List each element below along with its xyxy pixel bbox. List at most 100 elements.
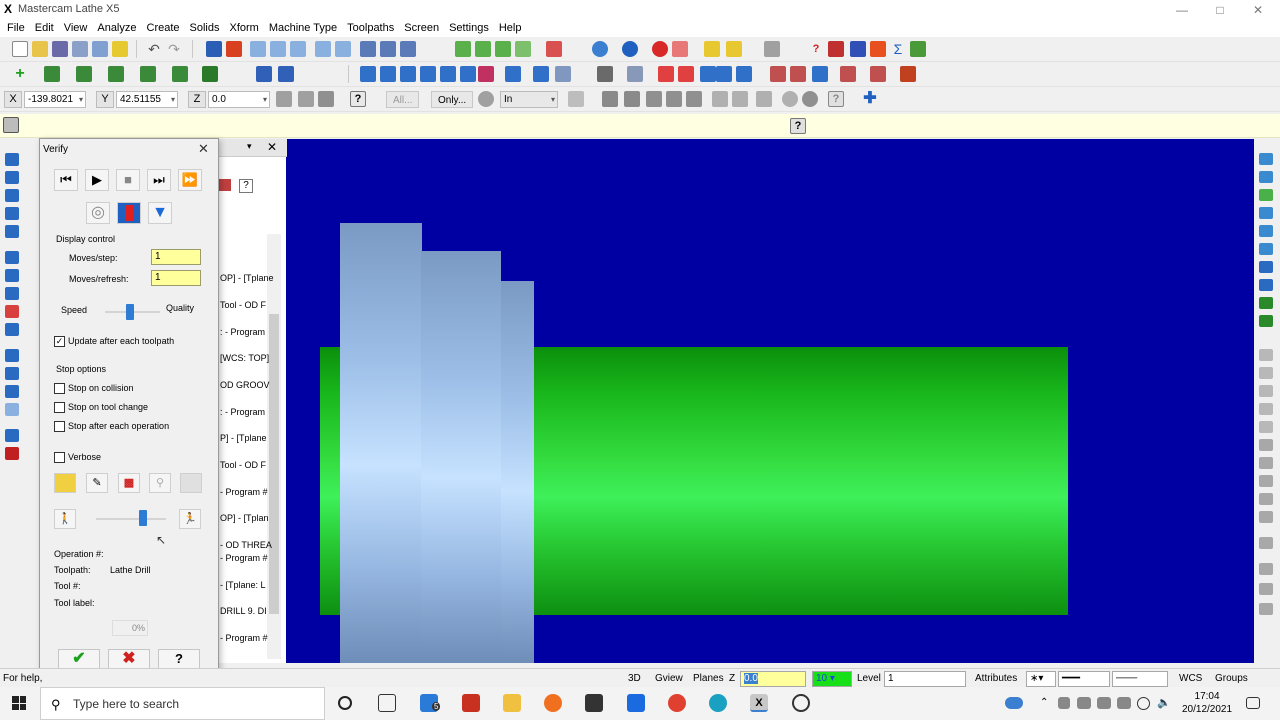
sigma-icon[interactable]: Σ: [890, 41, 906, 57]
left-tool-4-icon[interactable]: [5, 207, 19, 220]
menu-xform[interactable]: Xform: [225, 22, 264, 34]
menu-file[interactable]: File: [2, 22, 30, 34]
line-width-select[interactable]: ───: [1112, 671, 1168, 687]
right-tool-17-icon[interactable]: [1259, 457, 1273, 469]
menu-toolpaths[interactable]: Toolpaths: [342, 22, 399, 34]
view-3d-button[interactable]: 3D: [625, 671, 644, 687]
dialog-help-button[interactable]: ?: [158, 649, 200, 669]
snap-icon[interactable]: [318, 91, 334, 107]
fast-point-icon[interactable]: [276, 91, 292, 107]
vector-select-icon[interactable]: [646, 91, 662, 107]
right-tool-20-icon[interactable]: [1259, 511, 1273, 523]
level-select[interactable]: 1: [884, 671, 966, 687]
ops-line[interactable]: P] - [Tplane: [220, 433, 267, 443]
right-tool-1-icon[interactable]: [1259, 153, 1273, 165]
backplot-icon[interactable]: [840, 66, 856, 82]
minimize-button[interactable]: —: [1162, 0, 1202, 20]
moves-step-input[interactable]: 1: [151, 249, 201, 265]
graphics-viewport[interactable]: [286, 139, 1254, 663]
menu-create[interactable]: Create: [142, 22, 185, 34]
material-icon[interactable]: [652, 41, 668, 57]
pointer-icon[interactable]: [764, 41, 780, 57]
taskbar-clock[interactable]: 17:04 20/12/2021: [1182, 690, 1232, 716]
redo-icon[interactable]: ↷: [166, 41, 182, 57]
line-icon[interactable]: [44, 66, 60, 82]
no-select-icon[interactable]: [782, 91, 798, 107]
right-tool-14-icon[interactable]: [1259, 403, 1273, 415]
z-depth-input[interactable]: 0.0: [740, 671, 806, 687]
ops-line[interactable]: [WCS: TOP]: [220, 353, 269, 363]
grid-icon[interactable]: [533, 66, 549, 82]
menu-help[interactable]: Help: [494, 22, 527, 34]
toggle-panel-icon[interactable]: [910, 41, 926, 57]
cortana-icon[interactable]: [338, 696, 352, 710]
face-select-icon[interactable]: [732, 91, 748, 107]
hidden-line-cube-icon[interactable]: [495, 41, 511, 57]
right-tool-4-icon[interactable]: [1259, 207, 1273, 219]
autocursor-icon[interactable]: [298, 91, 314, 107]
sim-speed-slider[interactable]: [139, 510, 148, 526]
ops-line[interactable]: - Program #: [220, 553, 268, 563]
holder-display-icon[interactable]: ▼: [148, 202, 172, 224]
bulb-icon[interactable]: [112, 41, 128, 57]
cancel-button[interactable]: ✖: [108, 649, 150, 669]
right-tool-8-icon[interactable]: [1259, 279, 1273, 291]
amazon-icon[interactable]: [585, 694, 603, 712]
iso-cube-icon[interactable]: [515, 41, 531, 57]
steady-rest-icon[interactable]: [736, 66, 752, 82]
left-tool-8-icon[interactable]: [5, 287, 19, 300]
inspect-icon[interactable]: [400, 41, 416, 57]
task-view-icon[interactable]: [378, 694, 396, 712]
file-explorer-icon[interactable]: [503, 694, 521, 712]
sphere-icon[interactable]: [622, 41, 638, 57]
stock-display-icon[interactable]: ◎: [86, 202, 110, 224]
lathe-tool-icon[interactable]: [597, 66, 613, 82]
zoom-fit-icon[interactable]: [270, 41, 286, 57]
left-tool-7-icon[interactable]: [5, 269, 19, 282]
stop-icon[interactable]: ■: [116, 169, 140, 191]
groups-button[interactable]: Groups: [1212, 671, 1251, 687]
menu-edit[interactable]: Edit: [30, 22, 59, 34]
left-tool-14-icon[interactable]: [5, 403, 19, 416]
z-coord-input[interactable]: 0.0 ▾: [208, 91, 270, 108]
rewind-icon[interactable]: ⏮: [54, 169, 78, 191]
menu-screen[interactable]: Screen: [399, 22, 444, 34]
close-window-button[interactable]: ✕: [1238, 0, 1278, 20]
right-tool-7-icon[interactable]: [1259, 261, 1273, 273]
analyze-icon[interactable]: [360, 41, 376, 57]
run-icon[interactable]: 🏃: [179, 509, 201, 529]
tray-app-2-icon[interactable]: [1077, 697, 1091, 709]
left-tool-1-icon[interactable]: [5, 153, 19, 166]
step-forward-icon[interactable]: ⏭: [147, 169, 171, 191]
xform-roll-icon[interactable]: [478, 66, 494, 82]
right-tool-11-icon[interactable]: [1259, 349, 1273, 361]
onedrive-icon[interactable]: [1005, 697, 1023, 709]
ops-line[interactable]: - Program #: [220, 487, 268, 497]
verbose-checkbox[interactable]: [54, 452, 65, 463]
ops-line[interactable]: - Program #: [220, 633, 268, 643]
chuck-icon[interactable]: [700, 66, 716, 82]
left-tool-5-icon[interactable]: [5, 225, 19, 238]
select-only-button[interactable]: Only...: [431, 91, 474, 108]
right-tool-19-icon[interactable]: [1259, 493, 1273, 505]
point-icon[interactable]: +: [12, 66, 28, 82]
ok-button[interactable]: ✔: [58, 649, 100, 669]
volume-icon[interactable]: 🔈: [1157, 697, 1171, 709]
tray-app-1-icon[interactable]: [1058, 697, 1070, 709]
area-select-icon[interactable]: [666, 91, 682, 107]
delete-icon[interactable]: [226, 41, 242, 57]
planes-button[interactable]: Planes: [690, 671, 727, 687]
window-select-icon[interactable]: [602, 91, 618, 107]
globe-icon[interactable]: [592, 41, 608, 57]
save-icon[interactable]: [52, 41, 68, 57]
update-toolpath-checkbox[interactable]: ✓: [54, 336, 65, 347]
ops-line[interactable]: Tool - OD F: [220, 460, 266, 470]
fast-forward-icon[interactable]: ⏩: [178, 169, 202, 191]
ops-line[interactable]: DRILL 9. DI: [220, 606, 267, 616]
ops-line[interactable]: Tool - OD F: [220, 300, 266, 310]
xform-rotate-icon[interactable]: [380, 66, 396, 82]
post-icon[interactable]: [900, 66, 916, 82]
close-all-icon[interactable]: [870, 41, 886, 57]
chart-icon[interactable]: ▩: [118, 473, 140, 493]
moves-refresh-input[interactable]: 1: [151, 270, 201, 286]
